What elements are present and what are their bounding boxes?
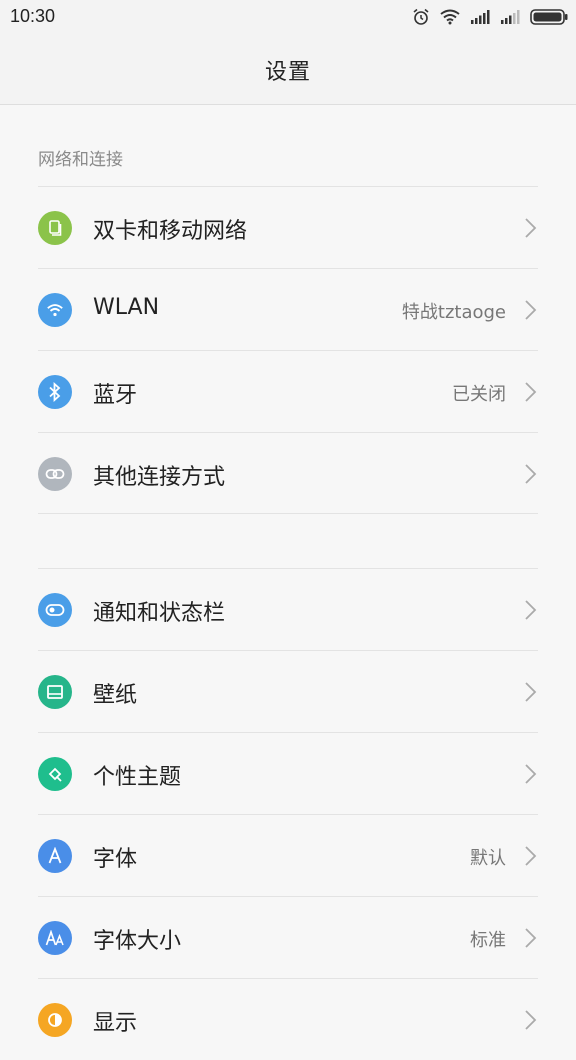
- settings-item-bluetooth[interactable]: 蓝牙 已关闭: [38, 350, 538, 432]
- settings-item-value: 默认: [470, 848, 506, 869]
- section-divider: [38, 513, 538, 514]
- chevron-right-icon: [525, 464, 537, 484]
- settings-item-label: 字体大小: [93, 929, 182, 954]
- wifi-icon: [38, 293, 72, 327]
- settings-item-display[interactable]: 显示: [38, 978, 538, 1060]
- status-icons: [412, 7, 568, 27]
- wallpaper-icon: [38, 675, 72, 709]
- settings-item-other-connections[interactable]: 其他连接方式: [38, 432, 538, 514]
- settings-item-label: 显示: [93, 1011, 138, 1036]
- settings-item-label: 壁纸: [93, 683, 138, 708]
- settings-item-label: 蓝牙: [93, 383, 138, 408]
- theme-brush-icon: [38, 757, 72, 791]
- chevron-right-icon: [525, 682, 537, 702]
- display-icon: [38, 1003, 72, 1037]
- font-icon: [38, 839, 72, 873]
- settings-item-value: 标准: [470, 930, 506, 951]
- link-icon: [38, 457, 72, 491]
- chevron-right-icon: [525, 300, 537, 320]
- settings-item-label: WLAN: [93, 295, 160, 320]
- title-bar: 设置: [0, 34, 576, 105]
- chevron-right-icon: [525, 382, 537, 402]
- settings-item-wallpaper[interactable]: 壁纸: [38, 650, 538, 732]
- status-time: 10:30: [10, 6, 56, 26]
- chevron-right-icon: [525, 600, 537, 620]
- settings-item-notifications[interactable]: 通知和状态栏: [38, 568, 538, 650]
- settings-item-value: 特战tztaoge: [401, 302, 506, 323]
- bluetooth-icon: [38, 375, 72, 409]
- settings-item-themes[interactable]: 个性主题: [38, 732, 538, 814]
- signal-icon-sim2: [501, 10, 520, 24]
- chevron-right-icon: [525, 928, 537, 948]
- font-size-icon: [38, 921, 72, 955]
- chevron-right-icon: [525, 764, 537, 784]
- settings-item-label: 通知和状态栏: [93, 601, 226, 626]
- status-bar: 10:30: [0, 0, 576, 34]
- toggle-icon: [38, 593, 72, 627]
- chevron-right-icon: [525, 846, 537, 866]
- signal-icon-sim1: [471, 10, 490, 24]
- alarm-icon: [413, 8, 429, 25]
- chevron-right-icon: [525, 218, 537, 238]
- chevron-right-icon: [525, 1010, 537, 1030]
- settings-item-wlan[interactable]: WLAN 特战tztaoge: [38, 268, 538, 350]
- settings-item-font-size[interactable]: 字体大小 标准: [38, 896, 538, 978]
- settings-item-value: 已关闭: [452, 384, 506, 405]
- battery-icon: [530, 9, 568, 25]
- settings-item-label: 字体: [93, 847, 138, 872]
- settings-item-dual-sim[interactable]: 双卡和移动网络: [38, 186, 538, 268]
- page-title: 设置: [264, 60, 311, 85]
- sim-card-icon: [38, 211, 72, 245]
- settings-item-label: 双卡和移动网络: [93, 219, 248, 244]
- wifi-status-icon: [440, 9, 460, 25]
- settings-item-label: 个性主题: [93, 765, 182, 790]
- settings-item-font[interactable]: 字体 默认: [38, 814, 538, 896]
- settings-item-label: 其他连接方式: [93, 465, 226, 490]
- section-header-network: 网络和连接: [38, 150, 123, 170]
